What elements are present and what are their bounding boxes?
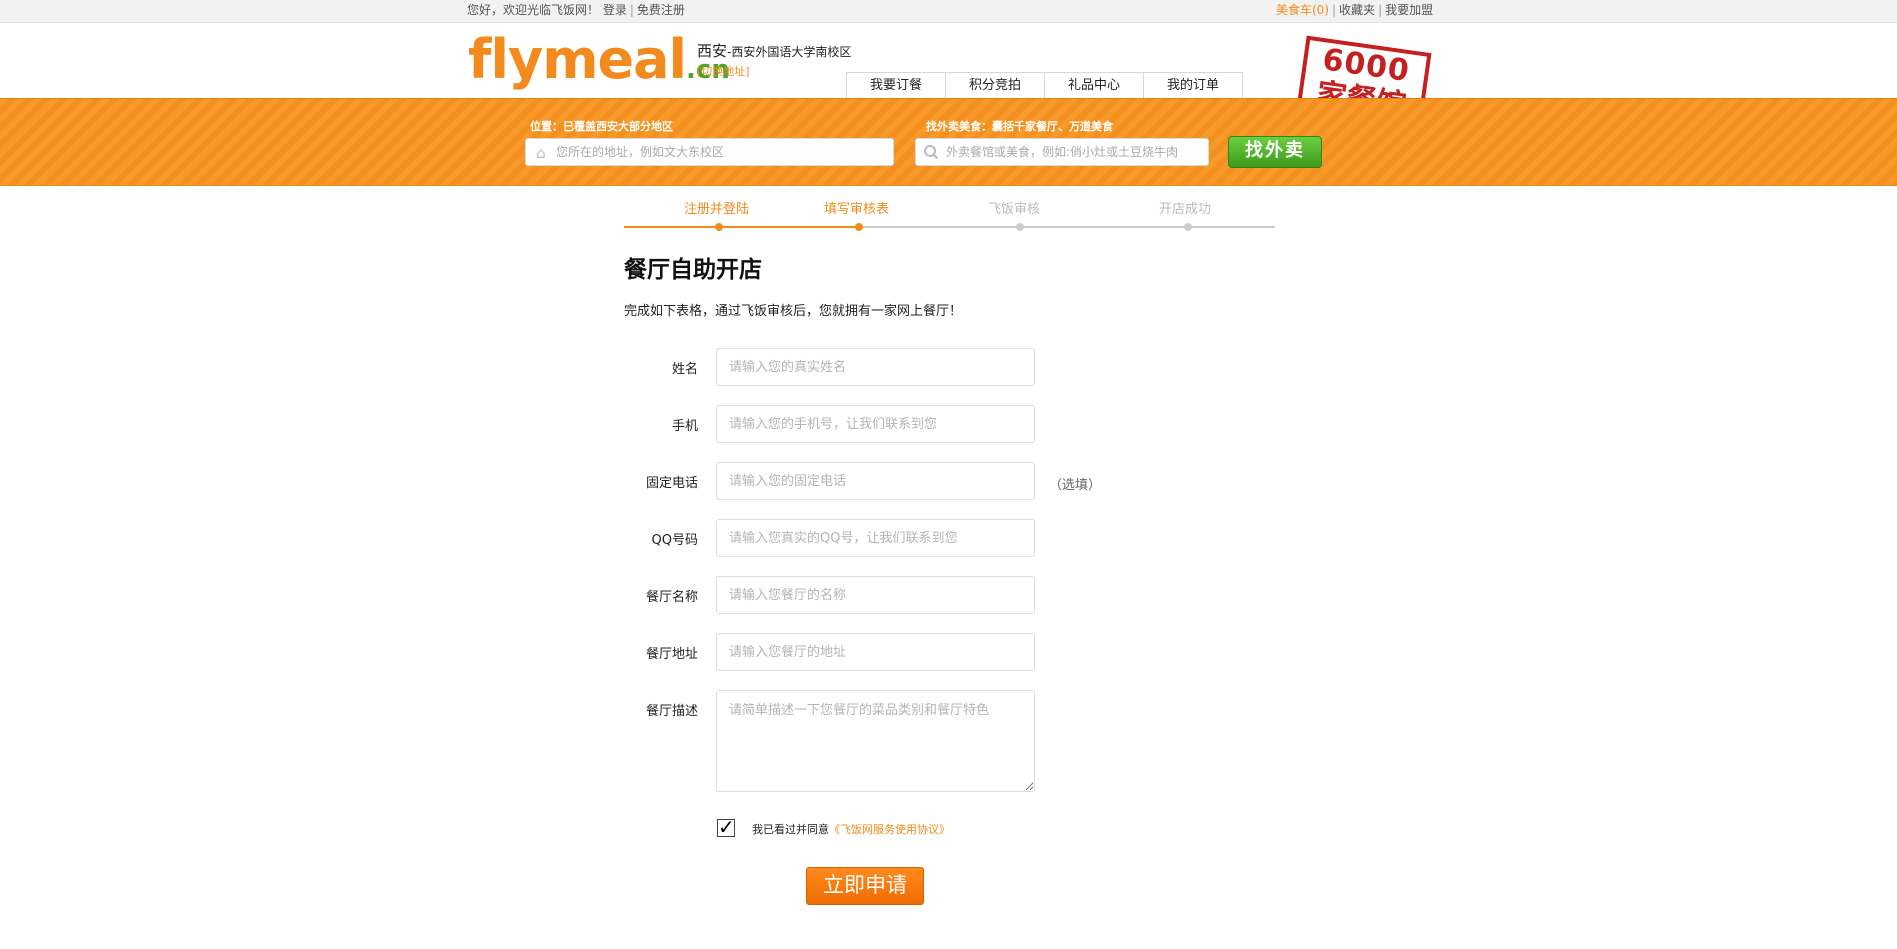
name-label: 姓名	[671, 362, 698, 377]
location-input[interactable]	[526, 139, 893, 165]
current-city: 西安-西安外国语大学南校区	[697, 40, 851, 61]
location-search-box: ⌂	[525, 138, 894, 166]
page-title: 餐厅自助开店	[624, 257, 762, 283]
nav-tab-auction[interactable]: 积分竞拍	[945, 72, 1045, 98]
progress-line-done	[624, 226, 859, 228]
nav-tab-gifts[interactable]: 礼品中心	[1044, 72, 1144, 98]
campus-name: -西安外国语大学南校区	[727, 45, 852, 59]
greeting-text: 您好，欢迎光临飞饭网！	[467, 3, 600, 17]
restaurant-description-label: 餐厅描述	[645, 704, 698, 719]
switch-address-link[interactable]: [切换地址]	[697, 63, 750, 79]
page-description: 完成如下表格，通过飞饭审核后，您就拥有一家网上餐厅！	[624, 304, 963, 319]
separator: |	[629, 3, 634, 17]
search-icon	[922, 144, 940, 162]
name-input[interactable]	[716, 348, 1035, 386]
landline-input[interactable]	[716, 462, 1035, 500]
nav-tab-my-orders[interactable]: 我的订单	[1143, 72, 1243, 98]
step-label-success: 开店成功	[1159, 202, 1212, 217]
join-link[interactable]: 我要加盟	[1385, 3, 1433, 17]
landline-label: 固定电话	[645, 476, 698, 491]
register-link[interactable]: 免费注册	[637, 3, 685, 17]
restaurant-description-textarea[interactable]	[716, 690, 1035, 792]
top-left-links: 您好，欢迎光临飞饭网！ 登录 | 免费注册	[467, 0, 685, 20]
home-icon: ⌂	[536, 144, 546, 162]
food-search-input[interactable]	[916, 139, 1208, 165]
login-link[interactable]: 登录	[603, 3, 627, 17]
nav-tab-order[interactable]: 我要订餐	[846, 72, 946, 98]
step-dot-4	[1184, 223, 1192, 231]
site-logo[interactable]: flymeal.cn	[468, 30, 730, 100]
step-label-review: 飞饭审核	[988, 202, 1041, 217]
mobile-input[interactable]	[716, 405, 1035, 443]
city-name: 西安	[697, 42, 728, 60]
step-label-register: 注册并登陆	[684, 202, 750, 217]
step-dot-1	[715, 223, 723, 231]
apply-now-button[interactable]: 立即申请	[806, 867, 924, 905]
logo-main: flymeal	[468, 28, 687, 91]
restaurant-address-input[interactable]	[716, 633, 1035, 671]
restaurant-name-label: 餐厅名称	[645, 590, 698, 605]
food-search-box	[915, 138, 1209, 166]
qq-label: QQ号码	[651, 533, 698, 548]
step-dot-3	[1016, 223, 1024, 231]
agree-label: 我已看过并同意	[752, 823, 829, 836]
agree-checkbox[interactable]: ✓	[717, 817, 735, 837]
agreement-text: 我已看过并同意《飞饭网服务使用协议》	[752, 821, 950, 837]
favorites-link[interactable]: 收藏夹	[1339, 3, 1375, 17]
qq-input[interactable]	[716, 519, 1035, 557]
service-agreement-link[interactable]: 《飞饭网服务使用协议》	[829, 823, 950, 836]
step-label-fill-form: 填写审核表	[824, 202, 890, 217]
location-label: 位置：已覆盖西安大部分地区	[530, 120, 673, 133]
optional-note: （选填）	[1049, 478, 1102, 493]
separator: |	[1378, 3, 1383, 17]
top-bar: 您好，欢迎光临飞饭网！ 登录 | 免费注册 美食车(0) | 收藏夹 | 我要加盟	[0, 0, 1897, 23]
food-search-label: 找外卖美食：囊括千家餐厅、万道美食	[926, 120, 1113, 133]
cart-link[interactable]: 美食车(0)	[1276, 3, 1329, 17]
separator: |	[1332, 3, 1337, 17]
top-right-links: 美食车(0) | 收藏夹 | 我要加盟	[1276, 0, 1433, 20]
step-dot-2	[855, 223, 863, 231]
main-nav: 我要订餐 积分竞拍 礼品中心 我的订单	[846, 72, 1243, 98]
restaurant-name-input[interactable]	[716, 576, 1035, 614]
mobile-label: 手机	[671, 419, 698, 434]
restaurant-address-label: 餐厅地址	[645, 647, 698, 662]
progress-line-todo	[859, 226, 1275, 228]
find-takeout-button[interactable]: 找外卖	[1228, 136, 1322, 168]
